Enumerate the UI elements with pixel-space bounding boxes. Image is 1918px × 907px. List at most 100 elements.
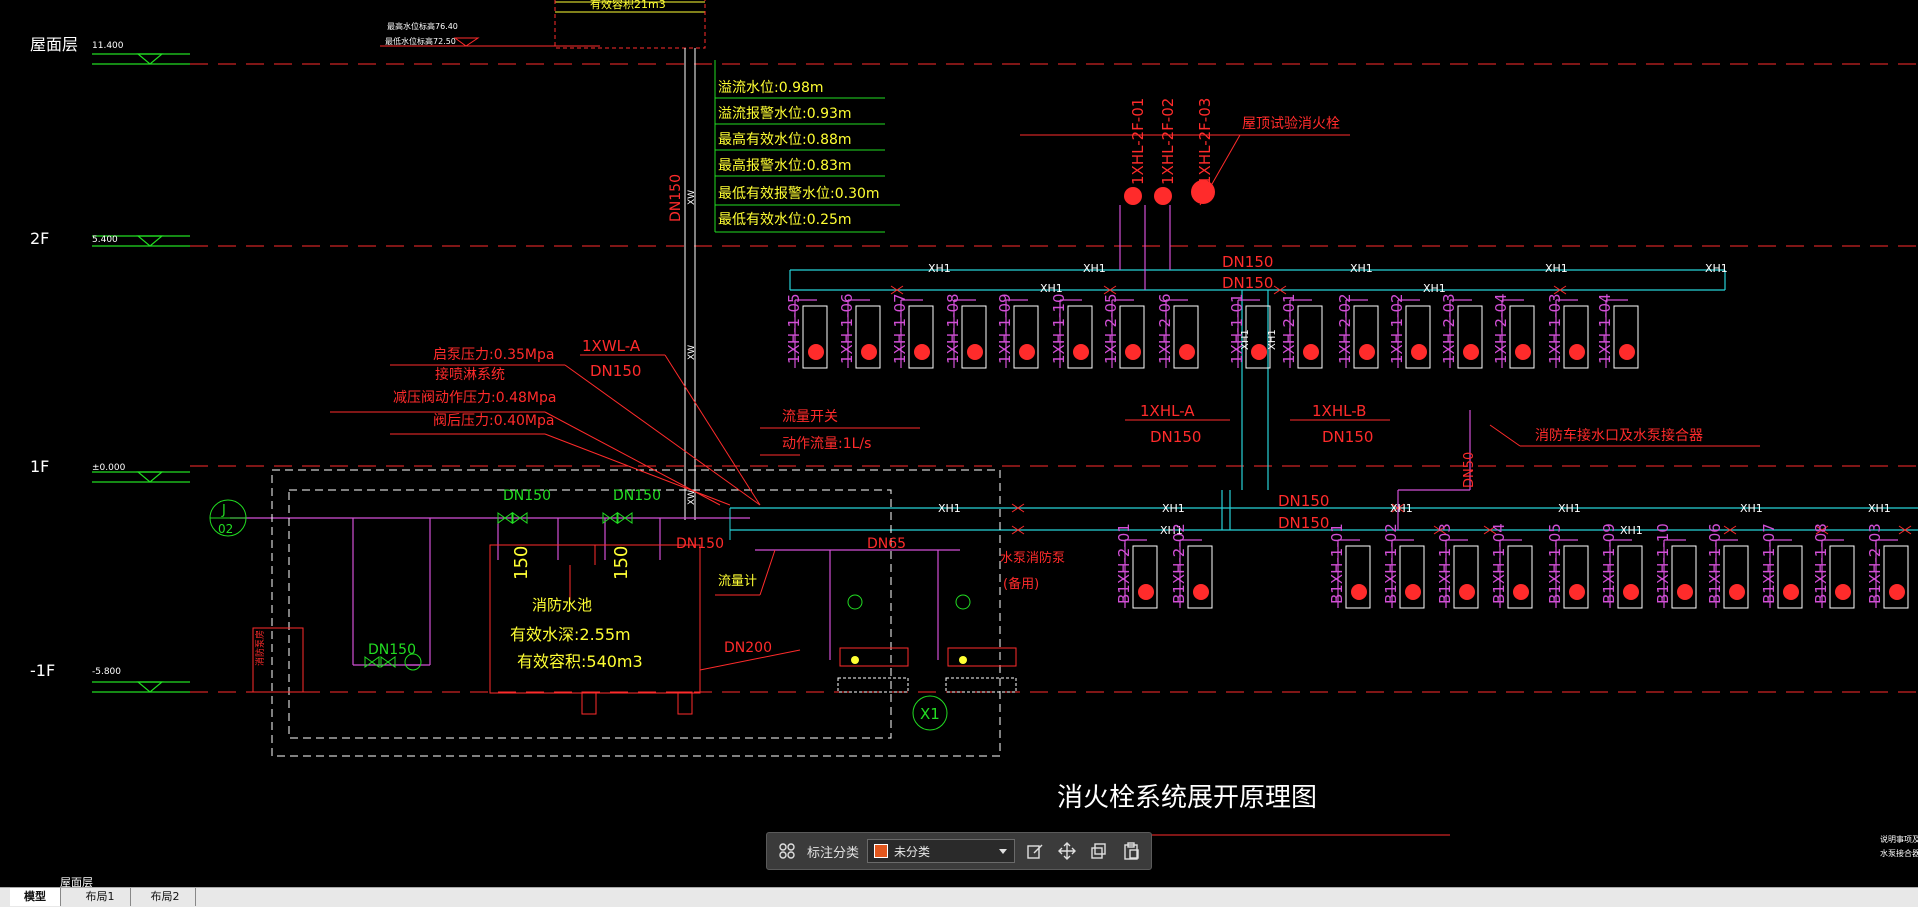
bubble-j-bottom: 02 bbox=[218, 522, 233, 536]
drawing-title: 消火栓系统展开原理图 bbox=[1057, 783, 1317, 813]
floor-elevation: ±0.000 bbox=[92, 463, 126, 473]
hydrant-icon bbox=[1303, 344, 1319, 360]
dn65-label: DN65 bbox=[867, 536, 906, 552]
hydrant-icon bbox=[1677, 584, 1693, 600]
hydrant-icon bbox=[1251, 344, 1267, 360]
branch-pipes bbox=[230, 205, 1471, 666]
grid-icon[interactable] bbox=[775, 839, 799, 863]
hydrant-icon bbox=[808, 344, 824, 360]
pipe-code: XH1 bbox=[1545, 262, 1568, 275]
right-note: 说明事项及 bbox=[1880, 834, 1918, 844]
flow-switch-value: 动作流量:1L/s bbox=[782, 436, 871, 452]
water-level-item: 最低有效报警水位:0.30m bbox=[718, 186, 880, 202]
hydrant-icon bbox=[1405, 584, 1421, 600]
test-hydrant-label: 屋顶试验消火栓 bbox=[1242, 116, 1340, 132]
pipe-code: XH1 bbox=[1620, 524, 1643, 537]
tank-min-level-note: 最低水位标高72.50 bbox=[385, 36, 456, 46]
upper-cabinet-label: 1XH-2-05 bbox=[1102, 293, 1120, 364]
floor-elevation: 5.400 bbox=[92, 235, 118, 245]
pool-mark: 150 bbox=[611, 546, 632, 580]
hydrant-icon bbox=[1515, 344, 1531, 360]
lower-cabinet-label: B1XH-2-03 bbox=[1866, 523, 1884, 604]
hydrant-icon bbox=[1513, 584, 1529, 600]
hydrant-icon bbox=[861, 344, 877, 360]
hydrant-icon bbox=[1729, 584, 1745, 600]
upper-cabinet-label: 1XH-1-07 bbox=[891, 293, 909, 364]
upper-cabinet-label: 1XH-2-02 bbox=[1336, 293, 1354, 364]
roof-hydrant-label: 1XHL-2F-03 bbox=[1196, 98, 1214, 185]
dn150-label: DN150 bbox=[368, 642, 416, 658]
gauge-label: 流量计 bbox=[718, 574, 757, 589]
lower-cabinet-label: B1XH-2-02 bbox=[1170, 523, 1188, 604]
lower-cabinet-label: B1XH-1-06 bbox=[1706, 523, 1724, 604]
hydrant-icon bbox=[1463, 344, 1479, 360]
lower-cabinet-label: B1XH-1-04 bbox=[1490, 523, 1508, 604]
water-level-item: 最高有效水位:0.88m bbox=[718, 131, 852, 148]
pool-volume: 有效容积:540m3 bbox=[517, 652, 643, 671]
floor-name: 2F bbox=[30, 229, 49, 248]
loop-tag-size: DN150 bbox=[1150, 428, 1201, 446]
copy-icon[interactable] bbox=[1087, 839, 1111, 863]
hydrant-icon bbox=[967, 344, 983, 360]
tank-volume-note: 有效容积21m3 bbox=[590, 0, 666, 11]
paste-icon[interactable] bbox=[1119, 839, 1143, 863]
floor-name: -1F bbox=[30, 661, 55, 680]
hydrant-icon bbox=[1569, 344, 1585, 360]
riser-code: XW bbox=[687, 190, 697, 205]
faint-floor-label: 屋面层 bbox=[60, 876, 93, 887]
upper-cabinet-label: 1XH-2-04 bbox=[1492, 293, 1510, 364]
upper-cabinet-label: 1XH-2-03 bbox=[1440, 293, 1458, 364]
category-selected-value: 未分类 bbox=[894, 844, 931, 859]
pipe-tag-size: DN150 bbox=[590, 362, 641, 380]
tank-max-level-note: 最高水位标高76.40 bbox=[387, 21, 458, 31]
upper-ring-main bbox=[789, 269, 1726, 530]
pipe-code: XH1 bbox=[938, 502, 961, 515]
upper-cabinet-label: 1XH-2-06 bbox=[1156, 293, 1174, 364]
main-riser bbox=[684, 48, 696, 520]
tab-model[interactable]: 模型 bbox=[10, 888, 61, 906]
hydrant-icon bbox=[1073, 344, 1089, 360]
pump-spare-label: (备用) bbox=[1003, 576, 1039, 592]
riser-code: XW bbox=[687, 490, 697, 505]
move-icon[interactable] bbox=[1055, 839, 1079, 863]
pool-depth: 有效水深:2.55m bbox=[510, 625, 631, 644]
pool-mark: 150 bbox=[511, 546, 532, 580]
riser-dn-label: DN150 bbox=[668, 174, 684, 222]
pipe-code: XH1 bbox=[1705, 262, 1728, 275]
pipe-code: XH1 bbox=[928, 262, 951, 275]
upper-cabinet-label: 1XH-1-08 bbox=[944, 293, 962, 364]
pipe-code: XH1 bbox=[1040, 282, 1063, 295]
pipe-code: XH1 bbox=[1350, 262, 1373, 275]
dn150-label: DN150 bbox=[503, 488, 551, 504]
leader-lines bbox=[330, 134, 1760, 836]
annotation-category-select[interactable]: 未分类 bbox=[867, 839, 1016, 863]
bubble-j-top: J bbox=[221, 503, 226, 518]
lower-cabinet-label: B1XH-1-09 bbox=[1600, 523, 1618, 604]
pool-title: 消防水池 bbox=[532, 596, 592, 614]
lower-cabinet-label: B1XH-1-03 bbox=[1436, 523, 1454, 604]
hydrant-icon bbox=[1125, 344, 1141, 360]
pump-note: 启泵压力:0.35Mpa bbox=[433, 347, 554, 363]
dn150-label: DN150 bbox=[613, 488, 661, 504]
bubble-x1-label: X1 bbox=[920, 705, 940, 723]
edit-icon[interactable] bbox=[1023, 839, 1047, 863]
hydrant-icon bbox=[1619, 344, 1635, 360]
flow-switch-name: 流量开关 bbox=[782, 409, 838, 425]
right-note: 水泵接合器设 bbox=[1880, 848, 1918, 858]
hydrant-icon bbox=[1138, 584, 1154, 600]
floor-name: 屋面层 bbox=[30, 35, 78, 54]
roof-hydrant-label: 1XHL-2F-02 bbox=[1159, 98, 1177, 185]
water-level-item: 溢流水位:0.98m bbox=[718, 80, 824, 96]
pipe-code: XH1 bbox=[1740, 502, 1763, 515]
pipe-code: XH1 bbox=[1083, 262, 1106, 275]
tab-layout-2[interactable]: 布局2 bbox=[135, 888, 196, 906]
pipe-code: XH1 bbox=[1267, 329, 1278, 350]
hydrant-icon bbox=[1623, 584, 1639, 600]
loop-tag-name: 1XHL-A bbox=[1140, 402, 1195, 420]
cad-drawing-canvas[interactable]: 屋面层 11.400 2F 5.400 1F ±0.000 -1F -5.800 有效容积21m… bbox=[0, 0, 1918, 887]
hydrant-icon bbox=[1835, 584, 1851, 600]
hydrant-icon bbox=[1019, 344, 1035, 360]
dn150-label: DN150 bbox=[676, 536, 724, 552]
tab-layout-1[interactable]: 布局1 bbox=[70, 888, 131, 906]
annotation-toolbar: 标注分类 未分类 bbox=[766, 832, 1152, 870]
